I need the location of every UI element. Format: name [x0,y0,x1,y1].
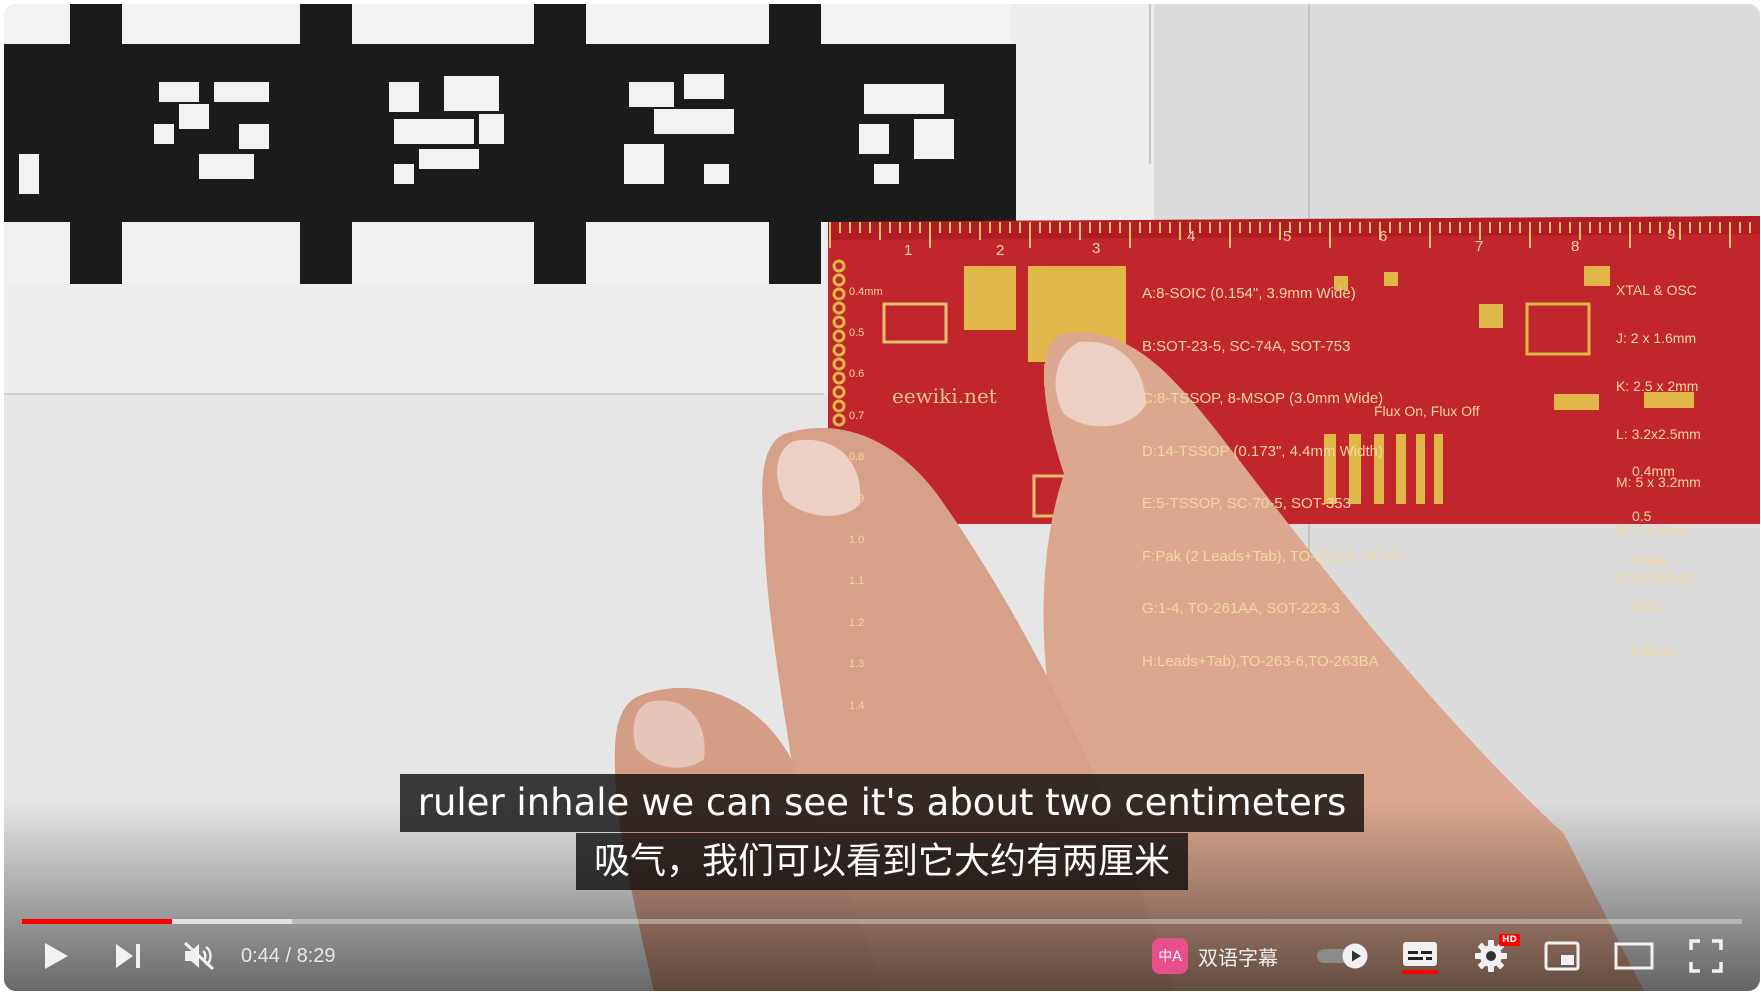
time-total: 8:29 [296,945,336,967]
time-display: 0:44 / 8:29 [241,944,336,968]
ruler-mm-label: 1.3 [849,658,865,671]
captions-button[interactable] [1390,926,1450,986]
ruler-spec-line: F:Pak (2 Leads+Tab), TO-252-3, SC-63 [1142,547,1405,565]
time-current: 0:44 [241,945,280,967]
bilingual-subtitles-button[interactable]: 中A 双语字幕 [1152,926,1278,986]
caption-text-chinese: 吸气，我们可以看到它大约有两厘米 [575,833,1188,890]
miniplayer-icon [1544,941,1580,971]
ruler-mm-label: 1.0 [849,533,865,546]
ruler-pitch-line: 0.4mm [1632,463,1675,479]
bilingual-label: 双语字幕 [1198,945,1278,970]
caption-text-english: ruler inhale we can see it's about two c… [399,774,1365,832]
ruler-scale-8: 8 [1571,238,1580,255]
autoplay-toggle-icon [1317,943,1368,969]
video-player[interactable]: 1 2 3 4 5 6 7 8 9 eewiki.net A:8-SOIC (0… [4,4,1760,991]
ruler-mm-list: 0.4mm 0.5 0.6 0.7 0.8 0.9 1.0 1.1 1.2 1.… [849,258,883,741]
ruler-mm-label: 0.7 [849,409,865,422]
ruler-pitch-line: 0.8mm [1632,643,1675,659]
next-button[interactable] [98,926,158,986]
bilingual-logo-icon: 中A [1152,938,1188,974]
ruler-scale-5: 5 [1283,228,1292,245]
player-controls: 0:44 / 8:29 中A 双语字幕 HD [4,926,1760,986]
fullscreen-icon [1689,939,1723,973]
next-icon [116,944,140,968]
theater-mode-button[interactable] [1604,926,1664,986]
theater-mode-icon [1614,942,1654,970]
ruler-spec-line: G:1-4, TO-261AA, SOT-223-3 [1142,600,1340,617]
ruler-mm-label: 1.1 [849,575,865,588]
ruler-xtal-line: K: 2.5 x 2mm [1616,378,1699,394]
caption-line-english: ruler inhale we can see it's about two c… [4,774,1760,832]
ruler-spec-line: A:8-SOIC (0.154", 3.9mm Wide) [1142,285,1356,302]
ruler-scale-9: 9 [1667,226,1676,243]
fullscreen-button[interactable] [1676,926,1736,986]
mute-button[interactable] [169,926,229,986]
ruler-mm-label: 0.6 [849,368,865,381]
ruler-scale-7: 7 [1475,238,1484,255]
ruler-pitch-line: 0.65 [1632,598,1660,614]
ruler-mm-label: 0.4mm [849,285,883,298]
ruler-spec-line: E:5-TSSOP, SC-70-5, SOT-353 [1142,495,1351,512]
ruler-xtal-line: XTAL & OSC [1616,282,1697,298]
ruler-spec-line: D:14-TSSOP (0.173", 4.4mm Width) [1142,442,1383,460]
ruler-spec-line: C:8-TSSOP, 8-MSOP (3.0mm Wide) [1142,390,1384,407]
ruler-scale-4: 4 [1187,228,1196,245]
ruler-mm-label: 0.9 [849,492,865,505]
hd-badge: HD [1499,934,1521,946]
ruler-mm-label: 0.8 [849,451,865,464]
miniplayer-button[interactable] [1532,926,1592,986]
progress-bar[interactable] [22,919,1742,924]
ruler-mm-label: 0.5 [849,326,865,339]
autoplay-toggle[interactable] [1317,943,1369,969]
ruler-scale-1: 1 [904,242,913,259]
ruler-spec-line: H:Leads+Tab),TO-263-6,TO-263BA [1142,652,1379,670]
caption-line-chinese: 吸气，我们可以看到它大约有两厘米 [4,833,1760,890]
ruler-mm-label: 1.2 [849,616,865,629]
progress-played [22,919,172,924]
ruler-flux-label: Flux On, Flux Off [1374,403,1480,419]
ruler-pitch-list: 0.4mm 0.5 0.635 0.65 0.8mm [1632,434,1675,689]
play-icon [45,943,68,969]
volume-muted-icon [183,941,215,971]
play-button[interactable] [26,926,86,986]
ruler-scale-6: 6 [1379,228,1388,245]
captions-icon [1402,942,1438,974]
ruler-scale-3: 3 [1092,240,1101,257]
ruler-scale-2: 2 [996,242,1005,259]
ruler-mm-label: 1.4 [849,699,865,712]
time-separator: / [279,945,297,967]
ruler-brand: eewiki.net [892,384,997,408]
ruler-spec-line: B:SOT-23-5, SC-74A, SOT-753 [1142,337,1351,355]
ruler-pitch-line: 0.635 [1632,553,1668,569]
ruler-xtal-line: J: 2 x 1.6mm [1616,330,1697,346]
ruler-pitch-line: 0.5 [1632,508,1652,524]
ruler-spec-list: A:8-SOIC (0.154", 3.9mm Wide) B:SOT-23-5… [1142,250,1405,705]
